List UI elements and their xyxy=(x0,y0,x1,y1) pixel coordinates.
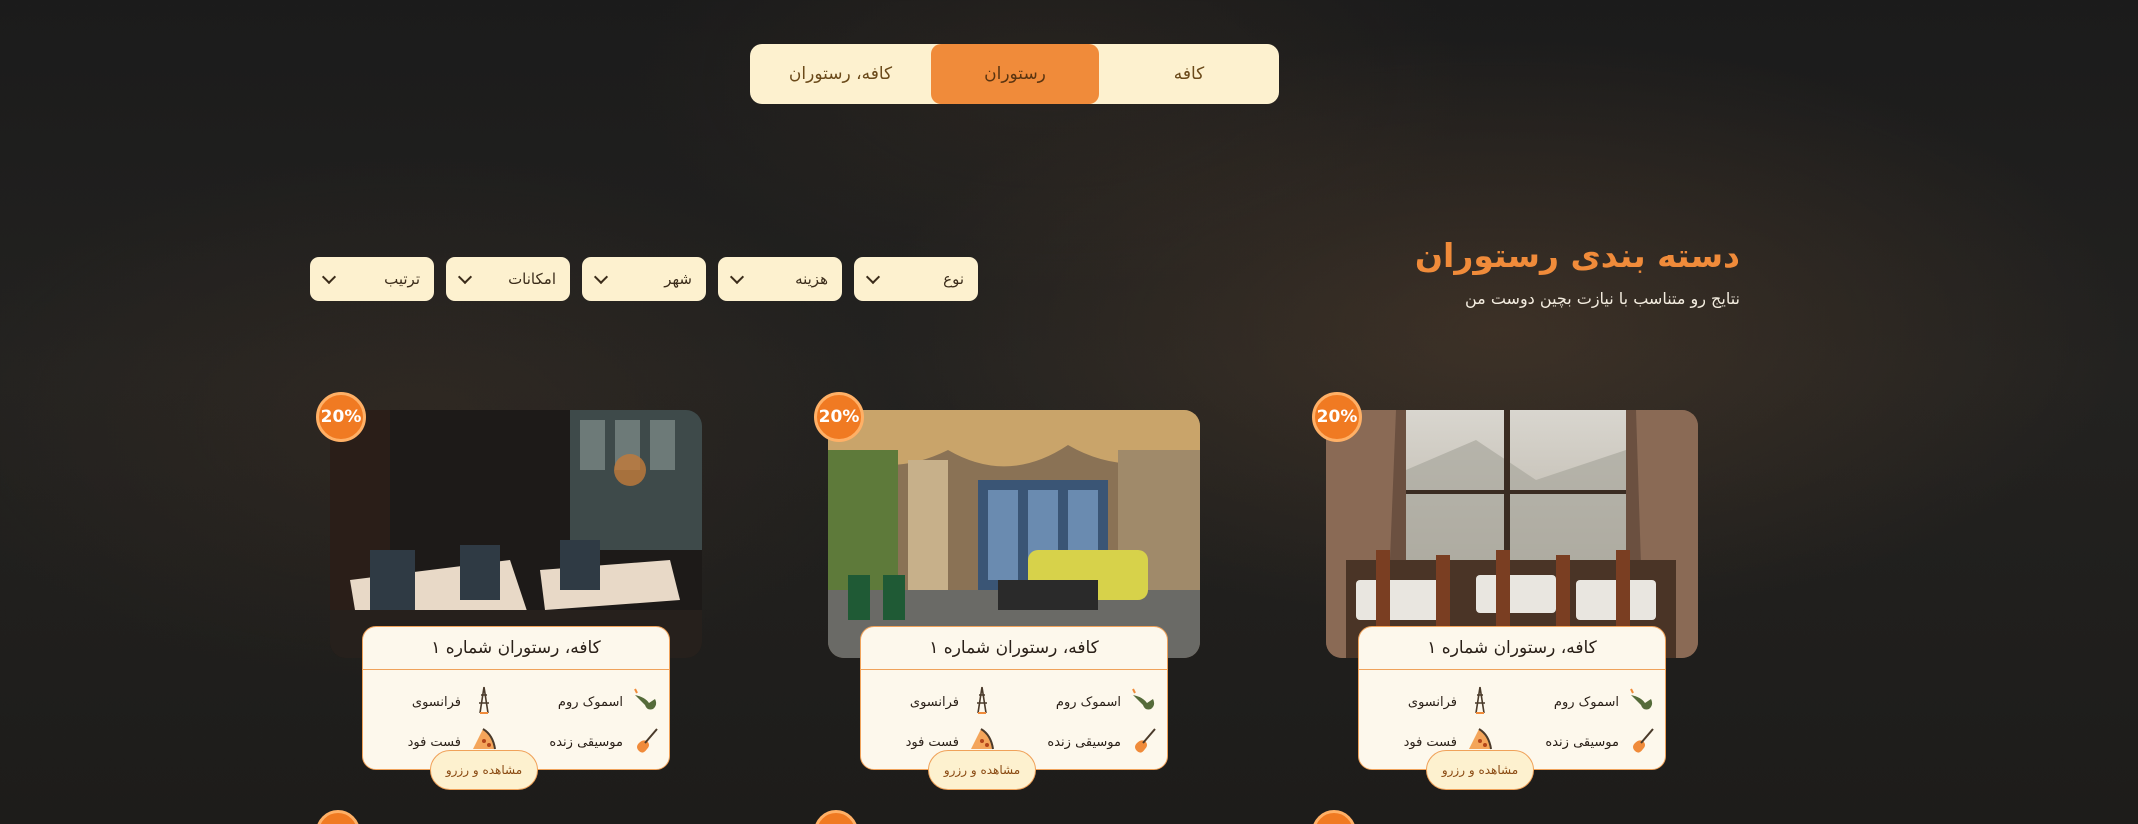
feature-smoke-room: اسموک روم xyxy=(558,685,661,719)
smoking-pipe-icon xyxy=(631,685,661,719)
filter-label: نوع xyxy=(943,270,964,288)
card-title: کافه، رستوران شماره ۱ xyxy=(1359,627,1665,670)
feature-smoke-room: اسموک روم xyxy=(1056,685,1159,719)
eiffel-tower-icon xyxy=(1465,685,1495,719)
card-info: کافه، رستوران شماره ۱ اسموک روم فرانسوی … xyxy=(860,626,1168,770)
feature-smoke-room: اسموک روم xyxy=(1554,685,1657,719)
chevron-down-icon xyxy=(321,269,337,284)
filter-sort[interactable]: ترتیب xyxy=(310,257,434,301)
view-reserve-button[interactable]: مشاهده و رزرو xyxy=(430,750,538,790)
discount-badge: 20% xyxy=(1312,392,1362,442)
feature-label: فرانسوی xyxy=(909,694,959,710)
eiffel-tower-icon xyxy=(967,685,997,719)
restaurant-card[interactable]: 20% کافه، رستوران شماره ۱ اسموک روم فران… xyxy=(316,392,702,800)
chevron-down-icon xyxy=(457,269,473,284)
tab-cafe-restaurant[interactable]: کافه، رستوران xyxy=(750,44,931,104)
feature-label: فست فود xyxy=(407,734,461,750)
card-info: کافه، رستوران شماره ۱ اسموک روم فرانسوی … xyxy=(362,626,670,770)
feature-label: موسیقی زنده xyxy=(549,734,623,750)
feature-label: موسیقی زنده xyxy=(1545,734,1619,750)
filter-label: شهر xyxy=(664,270,692,288)
smoking-pipe-icon xyxy=(1129,685,1159,719)
discount-badge xyxy=(316,810,360,824)
feature-label: فست فود xyxy=(1403,734,1457,750)
view-reserve-button[interactable]: مشاهده و رزرو xyxy=(928,750,1036,790)
feature-label: اسموک روم xyxy=(557,694,623,710)
section-heading: دسته بندی رستوران نتایج رو متناسب با نیا… xyxy=(1415,236,1740,308)
guitar-icon xyxy=(1129,725,1159,759)
restaurant-card[interactable]: 20% کافه، رستوران شماره ۱ اسموک روم فران… xyxy=(814,392,1200,800)
restaurant-photo[interactable] xyxy=(1326,410,1698,658)
tab-restaurant[interactable]: رستوران xyxy=(931,44,1099,104)
view-reserve-button[interactable]: مشاهده و رزرو xyxy=(1426,750,1534,790)
feature-french: فرانسوی xyxy=(910,685,997,719)
feature-label: فست فود xyxy=(905,734,959,750)
filter-label: امکانات xyxy=(508,270,556,288)
discount-badge xyxy=(1312,810,1356,824)
chevron-down-icon xyxy=(729,269,745,284)
filter-bar: نوع هزینه شهر امکانات ترتیب xyxy=(310,257,978,301)
chevron-down-icon xyxy=(865,269,881,284)
discount-badge: 20% xyxy=(814,392,864,442)
feature-live-music: موسیقی زنده xyxy=(1545,725,1657,759)
tab-cafe[interactable]: کافه xyxy=(1099,44,1279,104)
filter-type[interactable]: نوع xyxy=(854,257,978,301)
discount-badge: 20% xyxy=(316,392,366,442)
filter-label: ترتیب xyxy=(384,270,420,288)
guitar-icon xyxy=(1627,725,1657,759)
smoking-pipe-icon xyxy=(1627,685,1657,719)
card-info: کافه، رستوران شماره ۱ اسموک روم فرانسوی … xyxy=(1358,626,1666,770)
card-title: کافه، رستوران شماره ۱ xyxy=(363,627,669,670)
guitar-icon xyxy=(631,725,661,759)
feature-live-music: موسیقی زنده xyxy=(1047,725,1159,759)
filter-facilities[interactable]: امکانات xyxy=(446,257,570,301)
eiffel-tower-icon xyxy=(469,685,499,719)
feature-label: موسیقی زنده xyxy=(1047,734,1121,750)
discount-badge xyxy=(814,810,858,824)
feature-label: فرانسوی xyxy=(1407,694,1457,710)
restaurant-card[interactable]: 20% کافه، رستوران شماره ۱ اسموک روم فران… xyxy=(1312,392,1698,800)
filter-city[interactable]: شهر xyxy=(582,257,706,301)
section-subtitle: نتایج رو متناسب با نیازت بچین دوست من xyxy=(1465,289,1740,308)
filter-cost[interactable]: هزینه xyxy=(718,257,842,301)
feature-french: فرانسوی xyxy=(412,685,499,719)
filter-label: هزینه xyxy=(795,270,828,288)
feature-label: فرانسوی xyxy=(411,694,461,710)
section-title: دسته بندی رستوران xyxy=(1414,236,1740,275)
category-tabs: کافه رستوران کافه، رستوران xyxy=(750,44,1279,104)
chevron-down-icon xyxy=(593,269,609,284)
feature-live-music: موسیقی زنده xyxy=(549,725,661,759)
feature-french: فرانسوی xyxy=(1408,685,1495,719)
restaurant-photo[interactable] xyxy=(330,410,702,658)
feature-label: اسموک روم xyxy=(1553,694,1619,710)
restaurant-photo[interactable] xyxy=(828,410,1200,658)
feature-label: اسموک روم xyxy=(1055,694,1121,710)
card-title: کافه، رستوران شماره ۱ xyxy=(861,627,1167,670)
